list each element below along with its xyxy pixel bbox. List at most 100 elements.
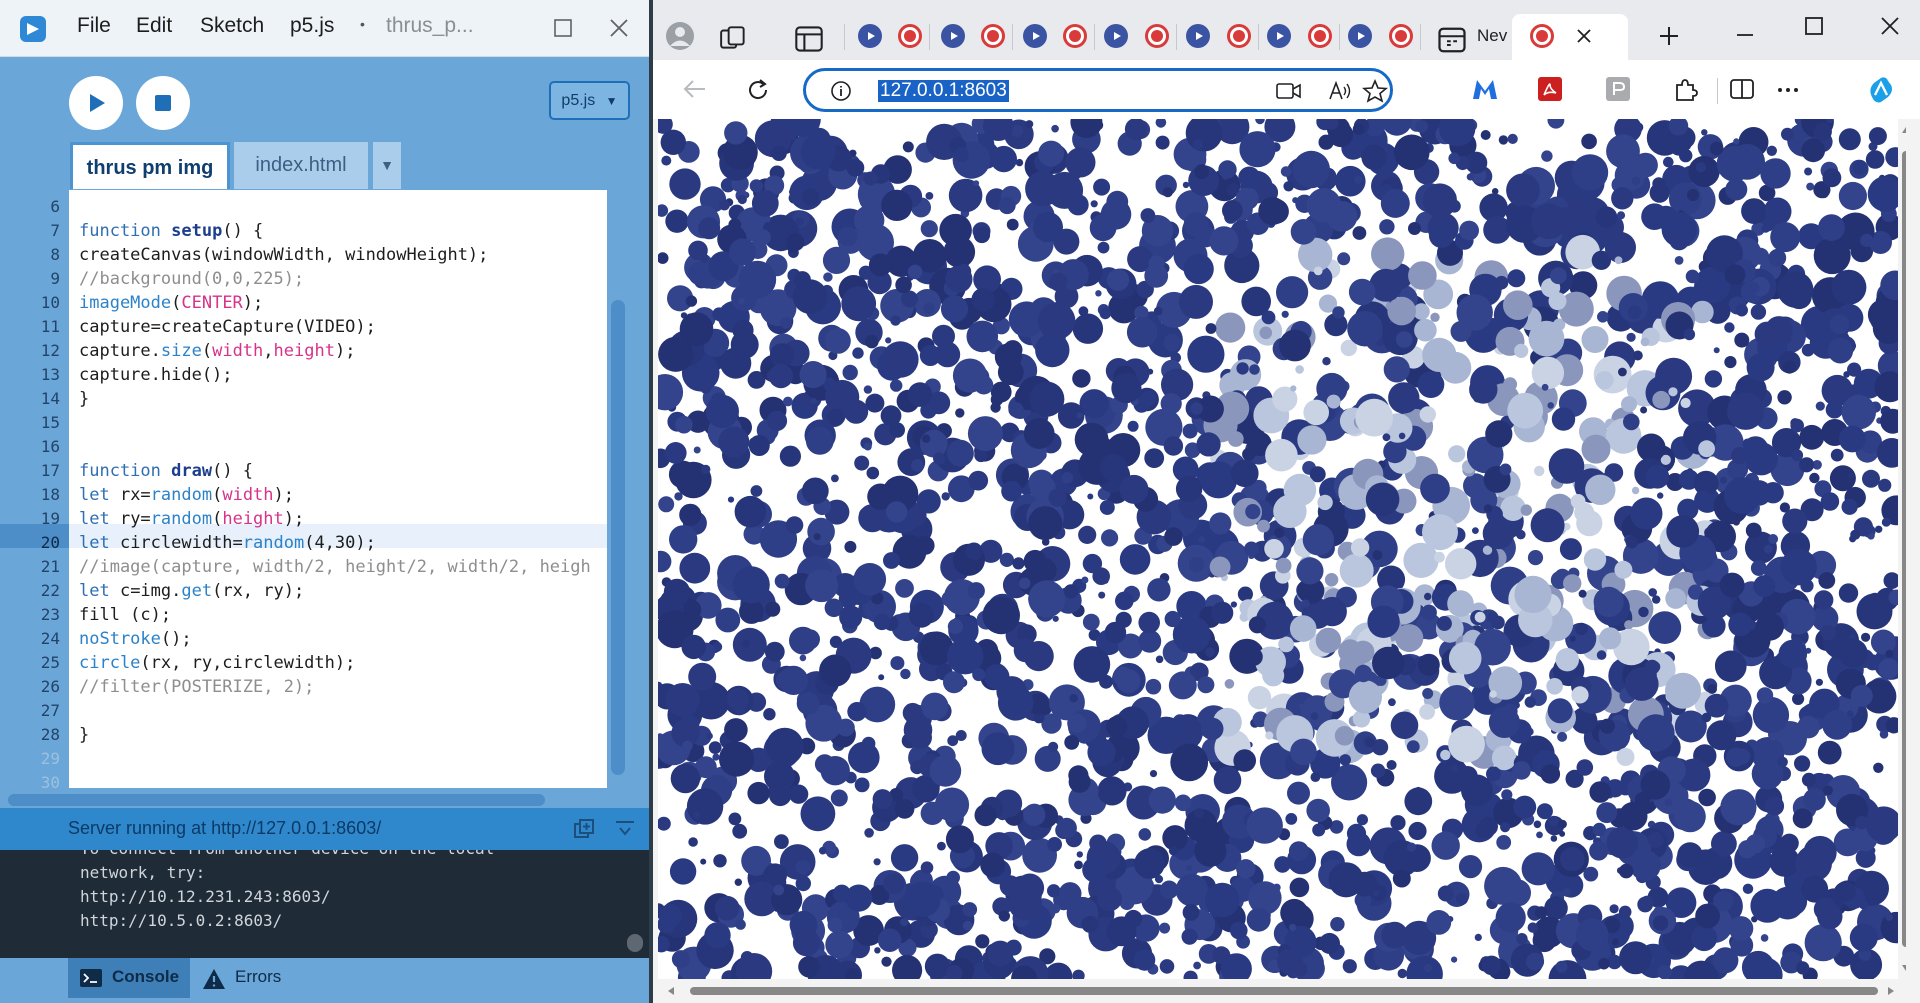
tab-p5-sketch-favicon-icon[interactable] [941,24,965,48]
sketch-circle [700,383,712,394]
warning-icon[interactable] [202,968,226,990]
tab-recording-favicon-icon[interactable] [1063,24,1087,48]
code-line[interactable]: capture.size(width,height); [79,339,355,363]
menu-sketch[interactable]: Sketch [200,14,264,38]
split-screen-icon[interactable] [1729,77,1755,101]
sketch-circle [1694,490,1714,510]
minimize-icon[interactable] [1734,24,1756,46]
menu-edit[interactable]: Edit [136,14,172,38]
sketch-circle [1593,586,1624,617]
back-arrow-icon[interactable] [681,77,707,101]
sketch-circle [773,884,785,896]
errors-tab-label[interactable]: Errors [235,967,281,987]
close-window-button[interactable] [605,14,633,42]
code-line[interactable]: function setup() { [79,219,263,243]
more-options-icon[interactable] [1775,80,1801,100]
code-line[interactable]: let ry=random(height); [79,507,304,531]
maximize-icon[interactable] [1803,15,1825,37]
extensions-puzzle-icon[interactable] [1672,77,1698,103]
collapse-console-icon[interactable] [613,817,637,841]
tab-recording-favicon-icon[interactable] [1389,24,1413,48]
read-aloud-icon[interactable] [1328,79,1352,103]
code-line[interactable]: let circlewidth=random(4,30); [79,531,376,555]
code-line[interactable]: capture=createCapture(VIDEO); [79,315,376,339]
code-line[interactable]: fill (c); [79,603,171,627]
page-horizontal-scrollbar[interactable] [658,979,1911,1003]
page-horizontal-scroll-thumb[interactable] [690,987,1878,995]
code-line[interactable]: capture.hide(); [79,363,233,387]
new-tab-plus-icon[interactable] [1657,24,1681,48]
tab-p5-sketch-favicon-icon[interactable] [1267,24,1291,48]
copy-console-icon[interactable] [572,817,596,841]
code-line[interactable]: let c=img.get(rx, ry); [79,579,304,603]
code-line[interactable]: } [79,723,89,747]
site-info-icon[interactable] [830,80,852,102]
code-line[interactable]: //image(capture, width/2, height/2, widt… [79,555,591,579]
tab-p5-sketch-favicon-icon[interactable] [1023,24,1047,48]
sketch-circle [1725,178,1748,201]
vertical-tabs-icon[interactable] [794,24,824,54]
tab-label-new-tab[interactable]: Nev [1477,26,1507,46]
active-tab[interactable] [1512,14,1628,60]
scroll-up-arrow-icon[interactable] [1901,125,1906,135]
run-button[interactable] [69,76,123,130]
code-line[interactable]: //background(0,0,225); [79,267,304,291]
p5-sketch-canvas[interactable] [658,119,1898,979]
scroll-down-arrow-icon[interactable] [1901,963,1906,973]
tab-p5-sketch-favicon-icon[interactable] [1104,24,1128,48]
close-browser-icon[interactable] [1879,15,1901,37]
code-horizontal-scroll-thumb[interactable] [8,794,545,806]
tab-recording-favicon-icon[interactable] [898,24,922,48]
tab-recording-favicon-icon[interactable] [1145,24,1169,48]
sketch-circle [1481,955,1502,976]
tab-p5-sketch-favicon-icon[interactable] [1348,24,1372,48]
sketch-circle [1231,459,1259,488]
favorite-star-icon[interactable] [1362,79,1388,103]
url-text[interactable]: 127.0.0.1:8603 [878,80,1009,102]
console-scroll-thumb[interactable] [627,934,643,952]
close-tab-icon[interactable] [1575,27,1593,45]
code-line[interactable]: imageMode(CENTER); [79,291,263,315]
grayed-extension-icon[interactable] [1606,77,1630,101]
code-line[interactable]: //filter(POSTERIZE, 2); [79,675,314,699]
tab-p5-sketch-favicon-icon[interactable] [1186,24,1210,48]
tab-overflow-chevron-icon[interactable]: ▼ [373,142,401,189]
refresh-icon[interactable] [745,77,771,103]
stop-button[interactable] [136,76,190,130]
code-line[interactable]: circle(rx, ry,circlewidth); [79,651,355,675]
tab-p5-sketch-favicon-icon[interactable] [858,24,882,48]
restore-button[interactable] [549,14,577,42]
tab-recording-favicon-icon[interactable] [1308,24,1332,48]
sketch-circle [1354,175,1363,184]
workspaces-icon[interactable] [719,23,749,53]
code-line[interactable]: createCanvas(windowWidth, windowHeight); [79,243,488,267]
code-vertical-scroll-thumb[interactable] [611,300,625,775]
tab-recording-favicon-icon[interactable] [1227,24,1251,48]
code-line[interactable]: let rx=random(width); [79,483,294,507]
pdf-extension-icon[interactable] [1538,77,1562,101]
tab-sketch-file[interactable]: thrus pm img [70,142,230,189]
scroll-right-arrow-icon[interactable] [1886,986,1896,996]
code-line[interactable]: } [79,387,89,411]
console-tab-label[interactable]: Console [112,967,179,987]
code-line[interactable]: function draw() { [79,459,253,483]
new-tab-page-favicon-icon[interactable] [1437,25,1467,55]
menu-p5js[interactable]: p5.js [290,14,334,38]
copilot-icon[interactable] [1866,75,1896,105]
tab-recording-favicon-icon[interactable] [981,24,1005,48]
camera-icon[interactable] [1276,81,1302,101]
page-vertical-scroll-thumb[interactable] [1902,151,1906,947]
code-line[interactable]: noStroke(); [79,627,192,651]
menu-file[interactable]: File [77,14,111,38]
tab-index-html[interactable]: index.html [234,142,368,189]
malwarebytes-extension-icon[interactable] [1471,77,1499,101]
code-editor[interactable]: function setup() {createCanvas(windowWid… [69,190,607,788]
sketch-circle [1630,850,1661,881]
page-vertical-scrollbar[interactable] [1898,119,1906,979]
profile-avatar-icon[interactable] [665,21,695,51]
mode-select[interactable]: p5.js ▼ [549,81,630,120]
sketch-circle [1709,141,1724,156]
scroll-left-arrow-icon[interactable] [666,986,676,996]
sketch-circle [1275,557,1292,574]
address-bar[interactable]: 127.0.0.1:8603 [803,68,1393,112]
